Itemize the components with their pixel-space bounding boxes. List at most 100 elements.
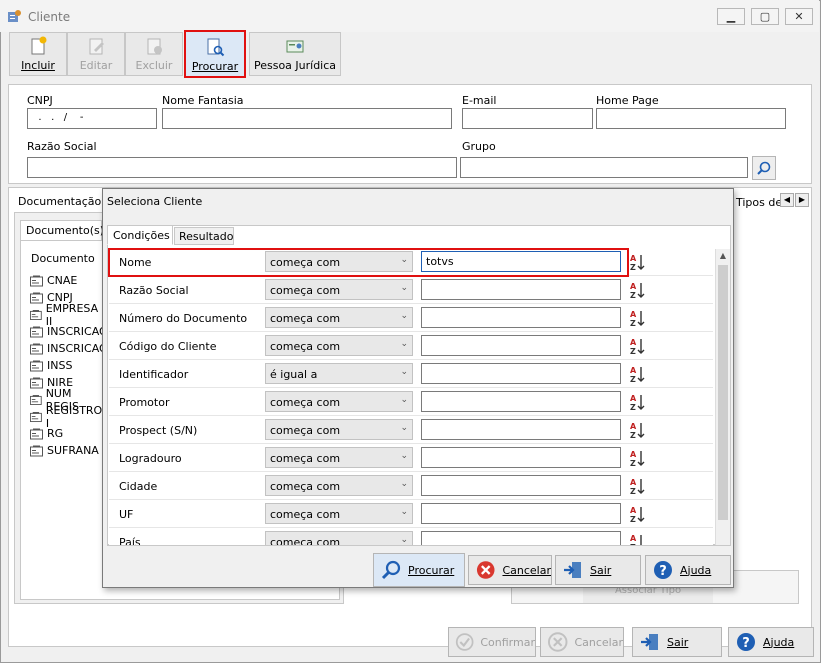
operator-select[interactable]: começa com ⌄: [265, 307, 413, 328]
svg-text:Z: Z: [630, 375, 636, 383]
svg-text:Z: Z: [630, 347, 636, 355]
document-type-icon: [30, 292, 43, 303]
confirmar-button[interactable]: Confirmar: [448, 627, 536, 657]
nome-fantasia-input[interactable]: [162, 108, 452, 129]
tab-documentacao[interactable]: Documentação: [18, 195, 101, 208]
sort-az-icon[interactable]: AZ: [629, 533, 647, 545]
condition-row: Código do Cliente começa com ⌄ A Z: [109, 332, 713, 360]
restore-button[interactable]: ▢: [751, 8, 779, 25]
condition-label: Identificador: [119, 368, 189, 381]
tab-scroll-right-button[interactable]: ▶: [795, 193, 809, 207]
condition-value-input[interactable]: [421, 335, 621, 356]
svg-text:A: A: [630, 534, 637, 543]
operator-select[interactable]: começa com ⌄: [265, 531, 413, 545]
sort-az-icon[interactable]: AZ: [629, 477, 647, 495]
operator-select[interactable]: começa com ⌄: [265, 475, 413, 496]
arrow-right-icon: ▶: [798, 195, 806, 204]
chevron-down-icon: ⌄: [400, 339, 408, 349]
dialog-sair-button[interactable]: Sair: [555, 555, 641, 585]
document-list-item[interactable]: CNAE: [30, 272, 77, 289]
chevron-down-icon: ⌄: [400, 283, 408, 293]
sort-az-icon[interactable]: AZ: [629, 393, 647, 411]
scroll-thumb[interactable]: [718, 265, 728, 520]
svg-text:Z: Z: [630, 459, 636, 467]
conditions-scrollbar[interactable]: ▲: [715, 249, 730, 545]
procurar-button[interactable]: Procurar: [184, 30, 246, 78]
bottom-ajuda-button[interactable]: ? Ajuda: [728, 627, 814, 657]
sort-az-icon[interactable]: AZ: [629, 253, 647, 271]
condition-value-input[interactable]: [421, 363, 621, 384]
minimize-button[interactable]: ▁: [717, 8, 745, 25]
document-list-item[interactable]: EMPRESA II: [30, 302, 102, 328]
cancel-icon: [547, 632, 568, 652]
dialog-procurar-button[interactable]: Procurar: [373, 553, 465, 587]
condition-row: Identificador é igual a ⌄ A Z: [109, 360, 713, 388]
excluir-button[interactable]: Excluir: [125, 32, 183, 76]
sort-az-icon[interactable]: AZ: [629, 337, 647, 355]
company-card-icon: [286, 40, 304, 53]
pessoa-juridica-button[interactable]: Pessoa Jurídica: [249, 32, 341, 76]
document-type-icon: [30, 428, 43, 439]
document-list-item[interactable]: RG: [30, 425, 63, 442]
operator-select[interactable]: começa com ⌄: [265, 447, 413, 468]
svg-text:A: A: [630, 254, 637, 263]
document-list-item[interactable]: REGISTRO I: [30, 404, 103, 430]
razao-social-input[interactable]: [27, 157, 457, 178]
operator-select[interactable]: começa com ⌄: [265, 279, 413, 300]
sort-az-icon[interactable]: AZ: [629, 421, 647, 439]
sort-az-icon[interactable]: AZ: [629, 449, 647, 467]
cnpj-input[interactable]: . . / -: [27, 108, 157, 129]
incluir-button[interactable]: Incluir: [9, 32, 67, 76]
operator-select[interactable]: começa com ⌄: [265, 419, 413, 440]
condition-row: Cidade começa com ⌄ A Z: [109, 472, 713, 500]
condition-value-input[interactable]: [421, 307, 621, 328]
svg-text:?: ?: [659, 564, 667, 579]
sort-az-icon[interactable]: AZ: [629, 281, 647, 299]
condition-row: Promotor começa com ⌄ A Z: [109, 388, 713, 416]
chevron-down-icon: ⌄: [400, 311, 408, 321]
tab-documentos[interactable]: Documento(s): [20, 220, 104, 240]
condition-value-input[interactable]: [421, 279, 621, 300]
operator-select[interactable]: começa com ⌄: [265, 391, 413, 412]
condition-value-input[interactable]: [421, 503, 621, 524]
tab-resultado[interactable]: Resultado: [174, 227, 234, 245]
condition-value-input[interactable]: [421, 391, 621, 412]
operator-select[interactable]: começa com ⌄: [265, 503, 413, 524]
dialog-ajuda-button[interactable]: ? Ajuda: [645, 555, 731, 585]
email-input[interactable]: [462, 108, 593, 129]
grupo-input[interactable]: [460, 157, 748, 178]
svg-text:Z: Z: [630, 515, 636, 523]
condition-value-input[interactable]: [421, 531, 621, 545]
svg-text:A: A: [630, 366, 637, 375]
help-icon: ?: [654, 561, 672, 579]
sort-az-icon[interactable]: AZ: [629, 365, 647, 383]
operator-select[interactable]: começa com ⌄: [265, 335, 413, 356]
tab-scroll-left-button[interactable]: ◀: [780, 193, 794, 207]
condition-value-input[interactable]: [421, 447, 621, 468]
document-type-icon: [30, 394, 42, 405]
sort-az-icon[interactable]: AZ: [629, 309, 647, 327]
editar-button[interactable]: Editar: [67, 32, 125, 76]
dialog-title: Seleciona Cliente: [107, 195, 203, 208]
document-list-item[interactable]: INSCRICAO: [30, 340, 108, 357]
condition-value-input[interactable]: [421, 419, 621, 440]
chevron-down-icon: ⌄: [400, 507, 408, 517]
condition-value-input[interactable]: [421, 475, 621, 496]
document-type-icon: [30, 445, 43, 456]
operator-select[interactable]: é igual a ⌄: [265, 363, 413, 384]
condition-label: País: [119, 536, 141, 545]
bottom-sair-button[interactable]: Sair: [632, 627, 722, 657]
chevron-down-icon: ⌄: [400, 395, 408, 405]
document-list-item[interactable]: INSS: [30, 357, 72, 374]
document-list-item[interactable]: INSCRICAO: [30, 323, 108, 340]
tab-condicoes[interactable]: Condições: [107, 225, 173, 245]
dialog-cancelar-button[interactable]: Cancelar: [468, 555, 552, 585]
bottom-cancelar-button[interactable]: Cancelar: [540, 627, 624, 657]
home-page-input[interactable]: [596, 108, 786, 129]
tab-tipos[interactable]: Tipos de: [736, 196, 782, 209]
document-type-icon: [30, 309, 42, 320]
grupo-search-button[interactable]: [752, 156, 776, 180]
document-list-item[interactable]: SUFRANA: [30, 442, 99, 459]
sort-az-icon[interactable]: AZ: [629, 505, 647, 523]
close-button[interactable]: ✕: [785, 8, 813, 25]
